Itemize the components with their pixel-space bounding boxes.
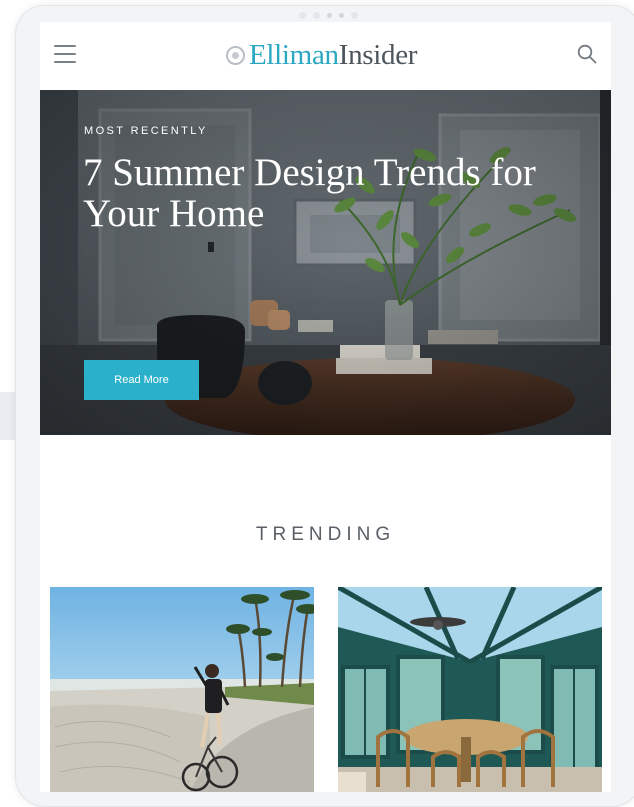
tablet-screen: Elliman Insider MOST RECENTLY 7 Summer D… — [40, 22, 611, 792]
logo-text-insider: Insider — [338, 38, 418, 71]
trending-card-beach[interactable] — [50, 587, 314, 792]
hamburger-icon[interactable] — [54, 45, 76, 63]
hero-kicker: MOST RECENTLY — [84, 125, 208, 137]
sunroom-dining-photo — [338, 587, 602, 792]
trending-heading: TRENDING — [255, 524, 396, 545]
logo-text-elliman: Elliman — [249, 38, 339, 71]
search-icon[interactable] — [577, 44, 597, 64]
hero-title[interactable]: 7 Summer Design Trends for Your Home — [83, 152, 573, 234]
camera-dots — [299, 12, 358, 19]
beach-cyclist-photo — [50, 587, 314, 792]
read-more-button[interactable]: Read More — [84, 360, 199, 400]
hero-banner: MOST RECENTLY 7 Summer Design Trends for… — [40, 90, 611, 435]
site-logo[interactable]: Elliman Insider — [226, 38, 417, 72]
logo-emblem-icon — [226, 45, 245, 65]
site-header: Elliman Insider — [40, 22, 611, 90]
trending-card-sunroom[interactable] — [338, 587, 602, 792]
